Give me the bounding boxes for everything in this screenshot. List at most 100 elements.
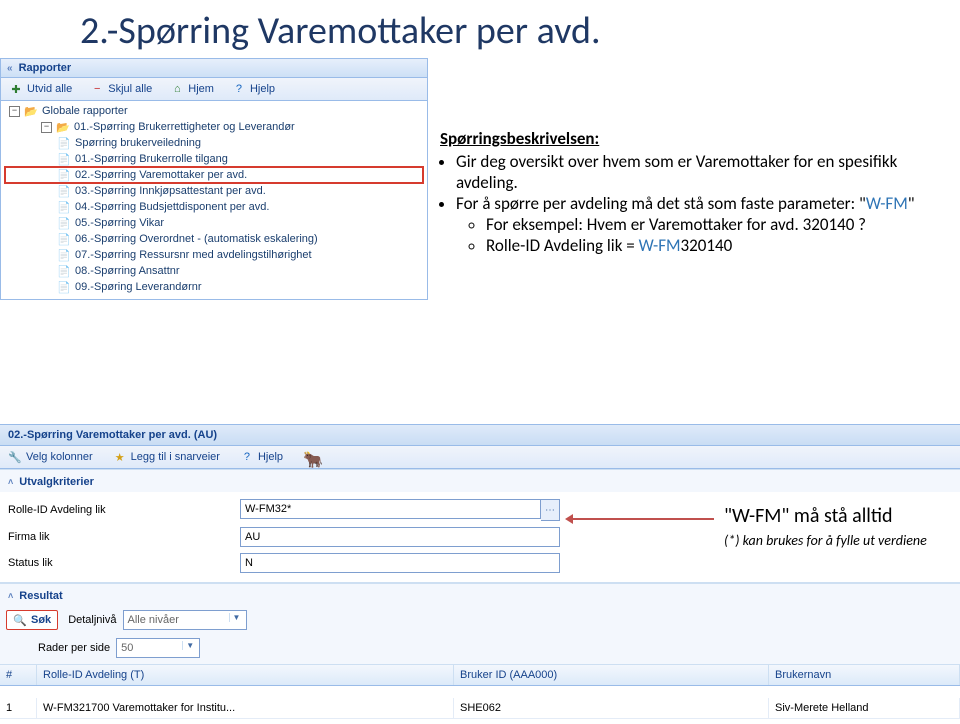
home-label: Hjem xyxy=(188,83,214,95)
resultat-section-header[interactable]: ˄ Resultat xyxy=(0,583,960,606)
cell-num: 1 xyxy=(0,698,37,718)
tree-item[interactable]: 📄 04.-Spørring Budsjettdisponent per avd… xyxy=(5,199,423,215)
help-label: Hjelp xyxy=(258,451,283,463)
tree-folder[interactable]: − 📂 01.-Spørring Brukerrettigheter og Le… xyxy=(5,119,423,135)
resultat-toolbar: 🔍 Søk Detaljnivå Alle nivåer xyxy=(0,606,960,634)
collapse-all-button[interactable]: − Skjul alle xyxy=(86,80,156,98)
tree-item[interactable]: 📄 05.-Spørring Vikar xyxy=(5,215,423,231)
annotation-hint: (*) kan brukes for å fylle ut verdiene xyxy=(724,532,927,549)
tree-item-label: 02.-Spørring Varemottaker per avd. xyxy=(75,169,247,181)
document-icon: 📄 xyxy=(57,280,71,294)
cell-rolle: W-FM321700 Varemottaker for Institu... xyxy=(37,698,454,718)
help-button[interactable]: ? Hjelp xyxy=(228,80,279,98)
document-icon: 📄 xyxy=(57,216,71,230)
home-icon: ⌂ xyxy=(170,82,184,96)
plus-icon: ✚ xyxy=(9,82,23,96)
resultat-section-label: Resultat xyxy=(19,590,62,602)
tree-item[interactable]: 📄 01.-Spørring Brukerrolle tilgang xyxy=(5,151,423,167)
search-label: Søk xyxy=(31,614,51,626)
add-shortcut-button[interactable]: ★ Legg til i snarveier xyxy=(109,448,224,466)
picker-button[interactable]: ⋯ xyxy=(541,499,560,521)
rows-per-page-select[interactable]: 50 xyxy=(116,638,200,658)
ellipsis-icon: ⋯ xyxy=(545,505,555,516)
tree-item[interactable]: 📄 09.-Spøring Leverandørnr xyxy=(5,279,423,295)
add-shortcut-label: Legg til i snarveier xyxy=(131,451,220,463)
description-heading: Spørringsbeskrivelsen: xyxy=(440,128,940,149)
rolle-id-input[interactable] xyxy=(240,499,541,519)
document-icon: 📄 xyxy=(57,168,71,182)
tree-item[interactable]: 📄 03.-Spørring Innkjøpsattestant per avd… xyxy=(5,183,423,199)
help-button[interactable]: ? Hjelp xyxy=(236,448,287,466)
report-tree: − 📂 Globale rapporter − 📂 01.-Spørring B… xyxy=(1,101,427,299)
rapporter-panel: « Rapporter ✚ Utvid alle − Skjul alle ⌂ … xyxy=(0,58,428,300)
resultat-section: ˄ Resultat 🔍 Søk Detaljnivå Alle nivåer … xyxy=(0,582,960,719)
criteria-label: Status lik xyxy=(8,557,240,569)
home-button[interactable]: ⌂ Hjem xyxy=(166,80,218,98)
tree-root-label: Globale rapporter xyxy=(42,105,128,117)
query-toolbar: 🔧 Velg kolonner ★ Legg til i snarveier ?… xyxy=(0,446,960,469)
help-icon: ? xyxy=(240,450,254,464)
tree-item-label: 08.-Spørring Ansattnr xyxy=(75,265,180,277)
description-block: Spørringsbeskrivelsen: Gir deg oversikt … xyxy=(440,128,940,256)
cell-bruker: SHE062 xyxy=(454,698,769,718)
tree-item[interactable]: 📄 Spørring brukerveiledning xyxy=(5,135,423,151)
tree-item[interactable]: 📄 07.-Spørring Ressursnr med avdelingsti… xyxy=(5,247,423,263)
choose-columns-label: Velg kolonner xyxy=(26,451,93,463)
status-input[interactable] xyxy=(240,553,560,573)
expand-all-button[interactable]: ✚ Utvid alle xyxy=(5,80,76,98)
rapporter-panel-title: Rapporter xyxy=(19,62,72,74)
tree-item-label: 09.-Spøring Leverandørnr xyxy=(75,281,202,293)
col-bruker-header[interactable]: Bruker ID (AAA000) xyxy=(454,665,769,685)
collapse-icon[interactable]: « xyxy=(7,63,13,74)
description-line: Gir deg oversikt over hvem som er Varemo… xyxy=(456,151,940,193)
query-panel: 02.-Spørring Varemottaker per avd. (AU) … xyxy=(0,424,960,719)
document-icon: 📄 xyxy=(57,184,71,198)
star-icon: ★ xyxy=(113,450,127,464)
col-num-header[interactable]: # xyxy=(0,665,37,685)
tree-item-label: Spørring brukerveiledning xyxy=(75,137,201,149)
detaljniva-select[interactable]: Alle nivåer xyxy=(123,610,247,630)
bull-logo-icon: 🐂 xyxy=(303,450,317,464)
document-icon: 📄 xyxy=(57,136,71,150)
rapporter-panel-header: « Rapporter xyxy=(1,59,427,78)
document-icon: 📄 xyxy=(57,232,71,246)
col-rolle-header[interactable]: Rolle-ID Avdeling (T) xyxy=(37,665,454,685)
tree-item-label: 03.-Spørring Innkjøpsattestant per avd. xyxy=(75,185,266,197)
detaljniva-label: Detaljnivå xyxy=(68,614,116,626)
description-line: For å spørre per avdeling må det stå som… xyxy=(456,193,940,256)
tree-item-label: 01.-Spørring Brukerrolle tilgang xyxy=(75,153,228,165)
help-icon: ? xyxy=(232,82,246,96)
annotation-main: "W-FM" må stå alltid xyxy=(724,504,893,528)
tree-item-selected[interactable]: 📄 02.-Spørring Varemottaker per avd. xyxy=(5,167,423,183)
utvalg-section-header[interactable]: ˄ Utvalgkriterier xyxy=(0,469,960,492)
rows-per-page-label: Rader per side xyxy=(38,642,110,654)
search-icon: 🔍 xyxy=(13,613,27,627)
result-table-header: # Rolle-ID Avdeling (T) Bruker ID (AAA00… xyxy=(0,664,960,686)
chevron-up-icon: ˄ xyxy=(8,477,13,487)
document-icon: 📄 xyxy=(57,200,71,214)
tree-item[interactable]: 📄 08.-Spørring Ansattnr xyxy=(5,263,423,279)
collapse-toggle-icon[interactable]: − xyxy=(41,122,52,133)
annotation-arrow xyxy=(568,518,714,520)
document-icon: 📄 xyxy=(57,152,71,166)
help-label: Hjelp xyxy=(250,83,275,95)
search-button[interactable]: 🔍 Søk xyxy=(6,610,58,630)
col-navn-header[interactable]: Brukernavn xyxy=(769,665,960,685)
tree-item-label: 07.-Spørring Ressursnr med avdelingstilh… xyxy=(75,249,312,261)
rapporter-toolbar: ✚ Utvid alle − Skjul alle ⌂ Hjem ? Hjelp xyxy=(1,78,427,101)
criteria-label: Firma lik xyxy=(8,531,240,543)
tree-item[interactable]: 📄 06.-Spørring Overordnet - (automatisk … xyxy=(5,231,423,247)
slide-title: 2.-Spørring Varemottaker per avd. xyxy=(80,8,960,54)
minus-icon: − xyxy=(90,82,104,96)
firma-input[interactable] xyxy=(240,527,560,547)
table-row[interactable]: 1 W-FM321700 Varemottaker for Institu...… xyxy=(0,698,960,719)
wrench-icon: 🔧 xyxy=(8,450,22,464)
tree-folder-label: 01.-Spørring Brukerrettigheter og Levera… xyxy=(74,121,295,133)
choose-columns-button[interactable]: 🔧 Velg kolonner xyxy=(4,448,97,466)
cell-navn: Siv-Merete Helland xyxy=(769,698,960,718)
document-icon: 📄 xyxy=(57,248,71,262)
folder-open-icon: 📂 xyxy=(24,104,38,118)
collapse-toggle-icon[interactable]: − xyxy=(9,106,20,117)
tree-root[interactable]: − 📂 Globale rapporter xyxy=(5,103,423,119)
collapse-all-label: Skjul alle xyxy=(108,83,152,95)
